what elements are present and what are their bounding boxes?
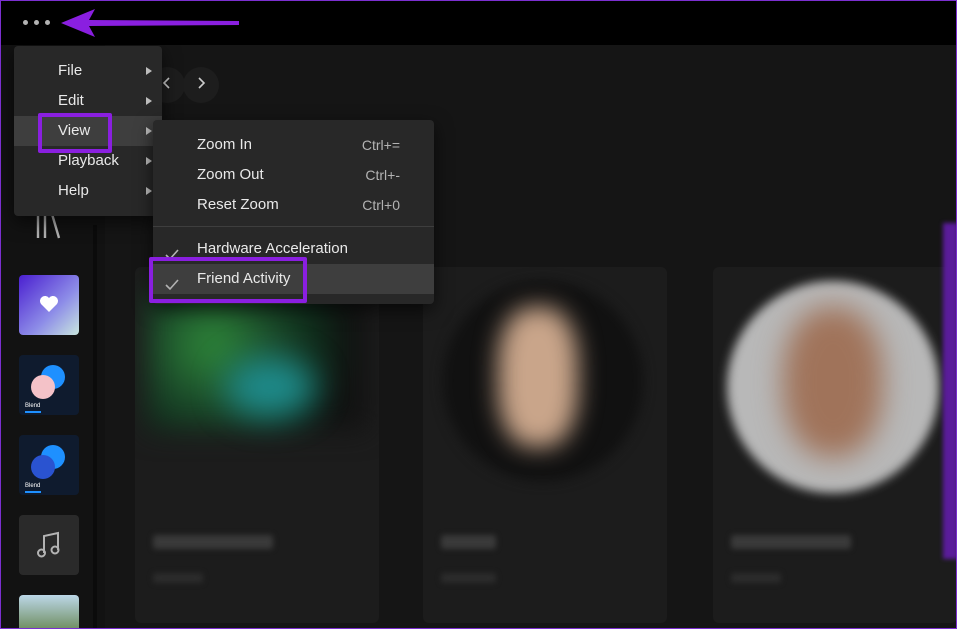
menu-item-hardware-acceleration[interactable]: Hardware Acceleration: [153, 234, 434, 264]
chevron-left-icon: [160, 76, 174, 95]
menu-item-reset-zoom[interactable]: Reset Zoom Ctrl+0: [153, 190, 434, 220]
sidebar-divider: [93, 225, 97, 628]
app-window: Blend Blend File Edit View Playback Help…: [0, 0, 957, 629]
library-icon[interactable]: [35, 211, 63, 246]
main-menu: File Edit View Playback Help: [14, 46, 162, 216]
top-bar: [1, 1, 956, 45]
menu-item-help[interactable]: Help: [14, 176, 162, 206]
card-title: [153, 535, 273, 549]
blend-circle: [31, 455, 55, 479]
card-title: [731, 535, 851, 549]
submenu-arrow-icon: [146, 67, 152, 75]
sidebar-item-blend-2[interactable]: Blend: [19, 435, 79, 495]
menu-item-label: Playback: [58, 152, 119, 169]
forward-button[interactable]: [183, 67, 219, 103]
blend-underline: [25, 491, 41, 493]
menu-item-zoom-in[interactable]: Zoom In Ctrl+=: [153, 130, 434, 160]
side-accent: [943, 223, 956, 559]
menu-item-label: View: [58, 122, 91, 139]
music-note-icon: [36, 531, 62, 564]
sidebar-item-playlist-photo[interactable]: [19, 595, 79, 628]
card-title: [441, 535, 496, 549]
menu-item-shortcut: Ctrl+=: [361, 137, 400, 153]
artist-card[interactable]: [423, 267, 667, 623]
menu-item-zoom-out[interactable]: Zoom Out Ctrl+-: [153, 160, 434, 190]
submenu-arrow-icon: [146, 157, 152, 165]
menu-item-label: Edit: [58, 92, 84, 109]
menu-item-shortcut: Ctrl+0: [362, 197, 400, 213]
card-subtitle: [441, 573, 496, 583]
heart-icon: [39, 295, 59, 318]
menu-item-view[interactable]: View: [14, 116, 162, 146]
menu-item-friend-activity[interactable]: Friend Activity: [153, 264, 434, 294]
menu-item-label: File: [58, 62, 83, 79]
checkmark-icon: [165, 272, 179, 302]
blend-circle: [31, 375, 55, 399]
chevron-right-icon: [194, 76, 208, 95]
playlist-card[interactable]: [135, 267, 379, 623]
menu-item-label: Reset Zoom: [197, 196, 279, 213]
menu-item-file[interactable]: File: [14, 56, 162, 86]
submenu-arrow-icon: [146, 97, 152, 105]
sidebar-item-blend-1[interactable]: Blend: [19, 355, 79, 415]
submenu-arrow-icon: [146, 127, 152, 135]
view-submenu: Zoom In Ctrl+= Zoom Out Ctrl+- Reset Zoo…: [153, 120, 434, 304]
menu-item-label: Zoom In: [197, 136, 253, 153]
artist-card[interactable]: [713, 267, 956, 623]
artist-avatar-face: [498, 307, 578, 447]
menu-item-label: Zoom Out: [197, 166, 264, 183]
card-subtitle: [731, 573, 781, 583]
blend-underline: [25, 411, 41, 413]
menu-item-playback[interactable]: Playback: [14, 146, 162, 176]
menu-item-label: Hardware Acceleration: [197, 240, 348, 257]
card-cover-detail: [225, 357, 315, 417]
blend-caption: Blend: [25, 403, 41, 409]
sidebar-item-liked-songs[interactable]: [19, 275, 79, 335]
more-options-button[interactable]: [23, 14, 57, 30]
submenu-arrow-icon: [146, 187, 152, 195]
card-subtitle: [153, 573, 203, 583]
artist-avatar-face: [783, 307, 883, 457]
menu-item-label: Help: [58, 182, 89, 199]
sidebar-item-local-files[interactable]: [19, 515, 79, 575]
blend-caption: Blend: [25, 483, 41, 489]
menu-item-label: Friend Activity: [197, 270, 291, 287]
annotation-arrow-icon: [59, 7, 241, 44]
menu-item-edit[interactable]: Edit: [14, 86, 162, 116]
menu-separator: [153, 226, 434, 227]
menu-item-shortcut: Ctrl+-: [365, 167, 400, 183]
more-horizontal-icon: [23, 19, 50, 25]
